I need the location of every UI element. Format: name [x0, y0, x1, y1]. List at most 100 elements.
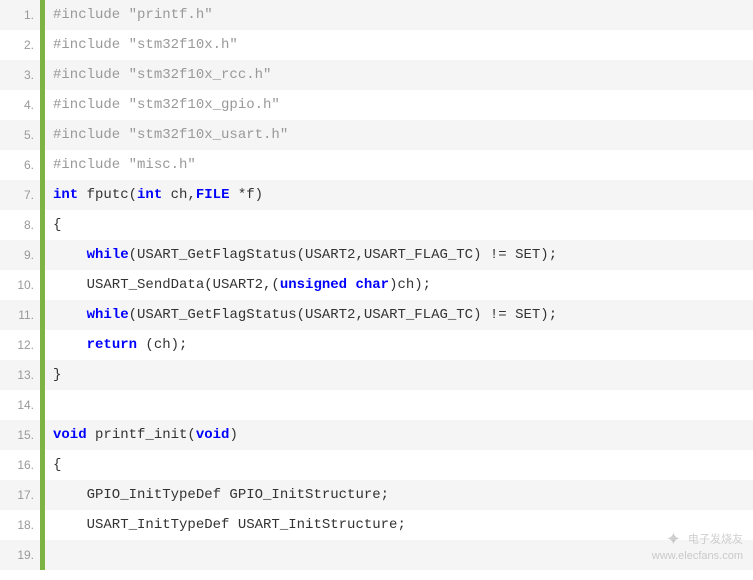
code-line: 4. #include "stm32f10x_gpio.h" [0, 90, 753, 120]
code-token [53, 337, 87, 353]
code-token: #include "stm32f10x_rcc.h" [53, 67, 271, 83]
code-line: 19. [0, 540, 753, 570]
line-marker [40, 420, 45, 450]
line-number: 3. [0, 60, 40, 90]
line-content: USART_InitTypeDef USART_InitStructure; [53, 510, 753, 540]
code-token: } [53, 367, 61, 383]
code-token: fputc( [78, 187, 137, 203]
line-marker [40, 0, 45, 30]
line-number: 17. [0, 480, 40, 510]
line-number: 11. [0, 300, 40, 330]
code-token [53, 307, 87, 323]
line-content: #include "printf.h" [53, 0, 753, 30]
code-line: 18. USART_InitTypeDef USART_InitStructur… [0, 510, 753, 540]
line-content: while(USART_GetFlagStatus(USART2,USART_F… [53, 240, 753, 270]
line-content: } [53, 360, 753, 390]
code-block: 1. #include "printf.h" 2. #include "stm32f1… [0, 0, 753, 570]
code-token: (ch); [137, 337, 187, 353]
line-number: 2. [0, 30, 40, 60]
line-content: #include "stm32f10x_rcc.h" [53, 60, 753, 90]
code-token: FILE [196, 187, 230, 203]
code-line: 3. #include "stm32f10x_rcc.h" [0, 60, 753, 90]
code-token: ch, [162, 187, 196, 203]
line-number: 14. [0, 390, 40, 420]
line-marker [40, 300, 45, 330]
code-line: 1. #include "printf.h" [0, 0, 753, 30]
line-number: 15. [0, 420, 40, 450]
line-content: while(USART_GetFlagStatus(USART2,USART_F… [53, 300, 753, 330]
line-marker [40, 180, 45, 210]
line-number: 8. [0, 210, 40, 240]
code-line: 12. return (ch); [0, 330, 753, 360]
code-line: 15. void printf_init(void) [0, 420, 753, 450]
code-line: 11. while(USART_GetFlagStatus(USART2,USA… [0, 300, 753, 330]
line-number: 9. [0, 240, 40, 270]
code-line: 17. GPIO_InitTypeDef GPIO_InitStructure; [0, 480, 753, 510]
code-token: char [355, 277, 389, 293]
code-token: (USART_GetFlagStatus(USART2,USART_FLAG_T… [129, 307, 557, 323]
line-content: #include "stm32f10x_usart.h" [53, 120, 753, 150]
watermark: ✦ 电子发烧友 www.elecfans.com [652, 529, 743, 562]
line-marker [40, 240, 45, 270]
line-content: #include "misc.h" [53, 150, 753, 180]
code-token: { [53, 457, 61, 473]
line-content: void printf_init(void) [53, 420, 753, 450]
code-line: 13.} [0, 360, 753, 390]
line-content: return (ch); [53, 330, 753, 360]
code-token: #include "stm32f10x.h" [53, 37, 238, 53]
code-token: USART_SendData(USART2,( [53, 277, 280, 293]
code-line: 7. int fputc(int ch,FILE *f) [0, 180, 753, 210]
line-marker [40, 480, 45, 510]
line-content: #include "stm32f10x.h" [53, 30, 753, 60]
code-line: 9. while(USART_GetFlagStatus(USART2,USAR… [0, 240, 753, 270]
code-token: USART_InitTypeDef USART_InitStructure; [53, 517, 406, 533]
line-marker [40, 30, 45, 60]
code-token: while [87, 307, 129, 323]
code-token: return [87, 337, 137, 353]
line-marker [40, 90, 45, 120]
line-number: 6. [0, 150, 40, 180]
code-token: ) [229, 427, 237, 443]
line-number: 10. [0, 270, 40, 300]
code-token: printf_init( [87, 427, 196, 443]
line-marker [40, 510, 45, 540]
code-token: int [137, 187, 162, 203]
line-content [53, 390, 753, 420]
line-marker [40, 210, 45, 240]
line-marker [40, 450, 45, 480]
code-line: 16.{ [0, 450, 753, 480]
line-number: 1. [0, 0, 40, 30]
code-token [53, 247, 87, 263]
code-token: )ch); [389, 277, 431, 293]
code-line: 2. #include "stm32f10x.h" [0, 30, 753, 60]
line-content: { [53, 210, 753, 240]
line-number: 4. [0, 90, 40, 120]
code-token: *f) [229, 187, 263, 203]
code-line: 5.#include "stm32f10x_usart.h" [0, 120, 753, 150]
watermark-url: www.elecfans.com [652, 550, 743, 562]
code-token [347, 277, 355, 293]
watermark-logo-icon: ✦ [666, 529, 681, 550]
line-number: 19. [0, 540, 40, 570]
code-token: void [196, 427, 230, 443]
code-line: 8. { [0, 210, 753, 240]
line-marker [40, 120, 45, 150]
code-line: 10. USART_SendData(USART2,(unsigned char… [0, 270, 753, 300]
code-token: #include "stm32f10x_usart.h" [53, 127, 288, 143]
line-number: 12. [0, 330, 40, 360]
code-token: { [53, 217, 61, 233]
line-marker [40, 270, 45, 300]
line-marker [40, 150, 45, 180]
watermark-brand: 电子发烧友 [688, 533, 743, 545]
code-token: #include "stm32f10x_gpio.h" [53, 97, 280, 113]
code-token: void [53, 427, 87, 443]
code-token: #include "printf.h" [53, 7, 213, 23]
code-token: unsigned [280, 277, 347, 293]
code-line: 6. #include "misc.h" [0, 150, 753, 180]
line-content: int fputc(int ch,FILE *f) [53, 180, 753, 210]
line-marker [40, 390, 45, 420]
line-marker [40, 60, 45, 90]
line-number: 7. [0, 180, 40, 210]
code-token: (USART_GetFlagStatus(USART2,USART_FLAG_T… [129, 247, 557, 263]
line-content: GPIO_InitTypeDef GPIO_InitStructure; [53, 480, 753, 510]
